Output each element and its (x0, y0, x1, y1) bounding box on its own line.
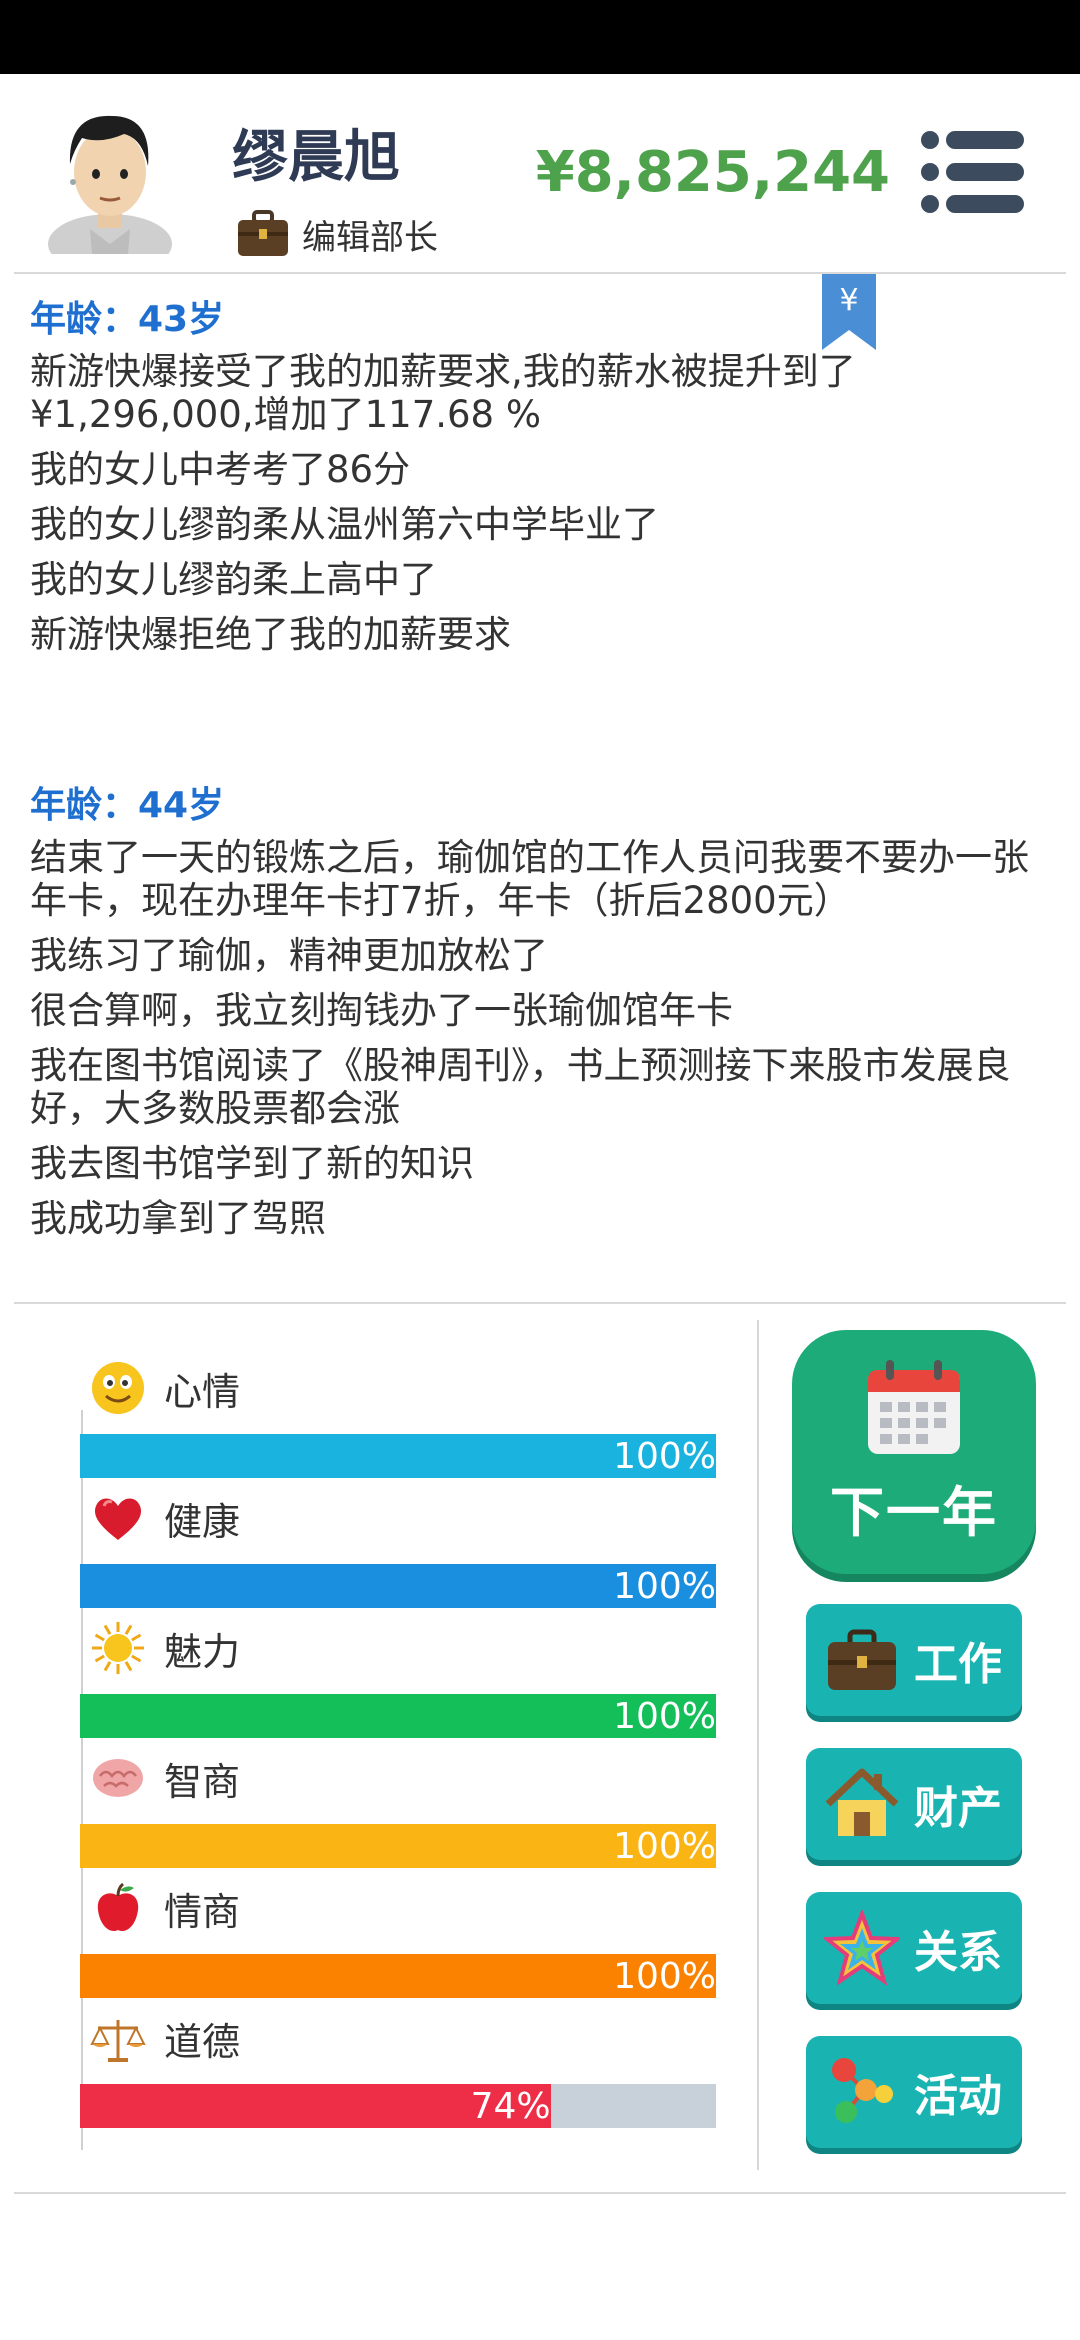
log-entry: 新游快爆接受了我的加薪要求,我的薪水被提升到了¥1,296,000,增加了117… (30, 350, 856, 436)
heart-icon (94, 1498, 142, 1540)
stat-header: 心情 (90, 1360, 240, 1416)
age-block: 年龄：44岁 结束了一天的锻炼之后，瑜伽馆的工作人员问我要不要办一张年卡，现在办… (30, 776, 1060, 1240)
log-entry: 我的女儿缪韵柔从温州第六中学毕业了 (30, 503, 659, 546)
work-label: 工作 (914, 1639, 1002, 1690)
stat-header: 道德 (90, 2010, 240, 2066)
age-heading: 年龄：43岁 (30, 299, 225, 340)
stat-value: 100% (613, 1566, 716, 1607)
stat-bar: 100% (80, 1954, 716, 1998)
stat-label: 情商 (164, 1889, 241, 1934)
log-entry: 我成功拿到了驾照 (30, 1197, 326, 1240)
brain-icon (93, 1759, 143, 1797)
stat-header: 智商 (90, 1750, 240, 1806)
stat-label: 魅力 (164, 1629, 241, 1674)
job-title: 编辑部长 (302, 217, 438, 258)
log-entry: 我练习了瑜伽，精神更加放松了 (30, 934, 548, 977)
property-label: 财产 (914, 1783, 1002, 1834)
stat-value: 100% (613, 1826, 716, 1867)
profile-header: 缪晨旭 编辑部长 ¥8,825,244 (0, 74, 1080, 274)
relations-button[interactable]: 关系 (806, 1892, 1022, 2004)
money-balance: ¥8,825,244 (535, 140, 890, 205)
stat-health: 健康 100% (80, 1490, 720, 1620)
calendar-icon (868, 1360, 960, 1454)
house-icon (825, 1768, 899, 1836)
stat-morality: 道德 74% (80, 2010, 720, 2140)
age-block: 年龄：43岁 新游快爆接受了我的加薪要求,我的薪水被提升到了¥1,296,000… (30, 290, 1060, 656)
briefcase-icon (238, 210, 288, 256)
scales-icon (90, 2020, 146, 2062)
stat-label: 道德 (164, 2019, 241, 2064)
stats-panel: 心情 100% 健康 100% 魅力 100% 智商 100% 情商 100% 道德 74% (80, 1360, 720, 2140)
next-year-label: 下一年 (830, 1481, 998, 1544)
work-button[interactable]: 工作 (806, 1604, 1022, 1716)
apple-icon (97, 1882, 139, 1932)
stat-bar: 100% (80, 1694, 716, 1738)
stat-mood: 心情 100% (80, 1360, 720, 1490)
next-year-button[interactable]: 下一年 (792, 1330, 1036, 1574)
log-entry: 我在图书馆阅读了《股神周刊》，书上预测接下来股市发展良好，大多数股票都会涨 (30, 1044, 1011, 1130)
stat-label: 心情 (164, 1369, 241, 1414)
stat-value: 100% (613, 1956, 716, 1997)
player-name: 缪晨旭 (232, 125, 400, 190)
avatar[interactable] (40, 94, 180, 254)
stat-eq: 情商 100% (80, 1880, 720, 2010)
smiley-icon (92, 1362, 144, 1414)
log-entry: 结束了一天的锻炼之后，瑜伽馆的工作人员问我要不要办一张年卡，现在办理年卡打7折，… (30, 836, 1029, 922)
status-bar (0, 0, 1080, 74)
stat-header: 情商 (90, 1880, 240, 1936)
stat-bar: 74% (80, 2084, 716, 2128)
stat-value: 100% (613, 1436, 716, 1477)
panel-separator (757, 1320, 759, 2170)
footer-divider (14, 2192, 1066, 2194)
stat-header: 魅力 (90, 1620, 240, 1676)
stat-header: 健康 (90, 1490, 240, 1546)
log-divider (14, 1302, 1066, 1304)
stat-label: 健康 (164, 1499, 241, 1544)
stat-label: 智商 (164, 1759, 241, 1804)
stat-iq: 智商 100% (80, 1750, 720, 1880)
molecule-icon (832, 2058, 893, 2123)
stat-bar: 100% (80, 1824, 716, 1868)
header-divider (14, 272, 1066, 274)
stat-bar: 100% (80, 1564, 716, 1608)
activities-button[interactable]: 活动 (806, 2036, 1022, 2148)
stat-bar: 100% (80, 1434, 716, 1478)
stat-value: 74% (470, 2086, 551, 2127)
log-entry: 新游快爆拒绝了我的加薪要求 (30, 613, 511, 656)
menu-icon[interactable] (920, 128, 1024, 216)
star-icon (824, 1910, 900, 1986)
sun-icon (92, 1622, 144, 1674)
briefcase-icon (828, 1629, 896, 1690)
job-row: 编辑部长 (236, 204, 438, 264)
age-heading: 年龄：44岁 (30, 785, 225, 826)
log-entry: 我的女儿中考考了86分 (30, 448, 411, 491)
stat-charm: 魅力 100% (80, 1620, 720, 1750)
log-entry: 我的女儿缪韵柔上高中了 (30, 558, 437, 601)
property-button[interactable]: 财产 (806, 1748, 1022, 1860)
log-entry: 我去图书馆学到了新的知识 (30, 1142, 474, 1185)
log-entry: 很合算啊，我立刻掏钱办了一张瑜伽馆年卡 (30, 989, 733, 1032)
stat-value: 100% (613, 1696, 716, 1737)
activities-label: 活动 (914, 2071, 1002, 2122)
event-log: 年龄：43岁 新游快爆接受了我的加薪要求,我的薪水被提升到了¥1,296,000… (30, 290, 1060, 1252)
relations-label: 关系 (914, 1927, 1002, 1978)
